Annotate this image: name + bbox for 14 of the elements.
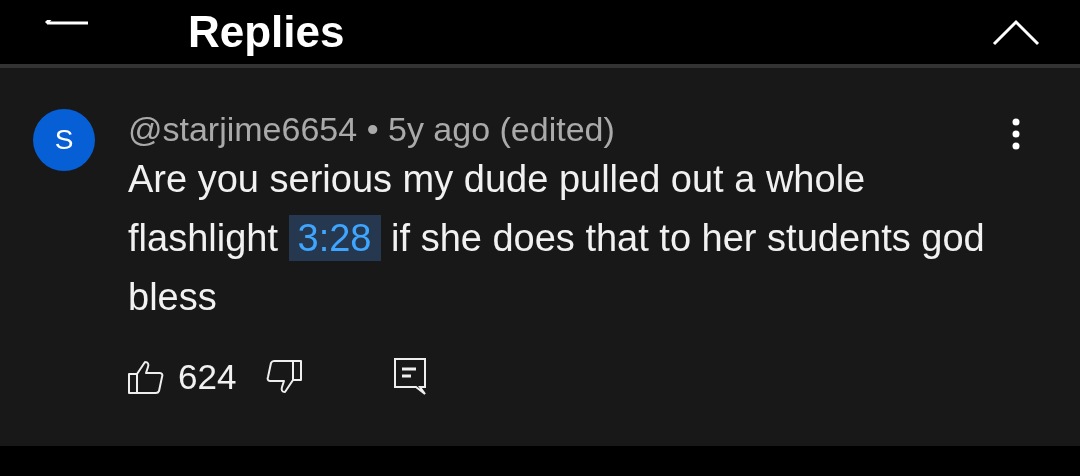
comment-icon [394,358,427,396]
like-count: 624 [178,357,237,397]
comment-meta: @starjime6654 • 5y ago (edited) [128,110,616,149]
thumbs-up-icon [128,360,164,394]
reply-button[interactable] [394,358,427,396]
dislike-button[interactable] [266,360,303,394]
comment-text: Are you serious my dude pulled out a whole flashlight 3:28 if she does that to her students god bless [128,157,986,320]
collapse-icon[interactable] [992,18,1040,46]
avatar[interactable]: S [33,109,95,171]
like-button[interactable] [128,360,164,394]
thumbs-down-icon [266,360,303,394]
more-icon[interactable] [1012,118,1020,150]
timestamp-link[interactable]: 3:28 [288,215,381,261]
page-title: Replies [188,7,346,57]
